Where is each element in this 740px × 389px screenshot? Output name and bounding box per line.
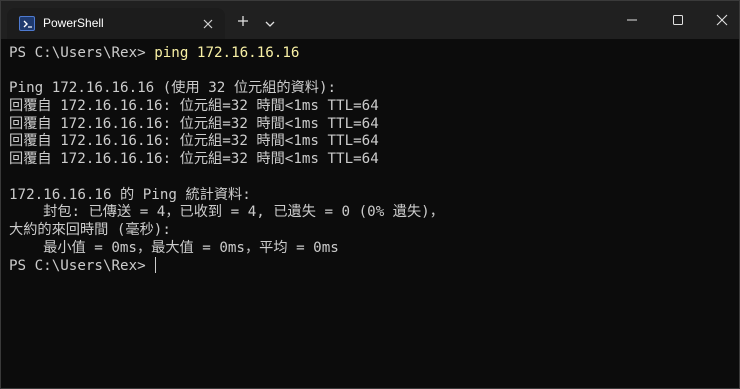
new-tab-icon[interactable] xyxy=(235,13,251,29)
stats-title: 172.16.16.16 的 Ping 統計資料: xyxy=(9,186,251,203)
prompt: PS C:\Users\Rex> xyxy=(9,258,155,275)
packets-stats: 封包: 已傳送 = 4，已收到 = 4, 已遺失 = 0 (0% 遺失)， xyxy=(9,204,444,221)
title-bar: PowerShell xyxy=(1,1,739,39)
reply-line: 回覆自 172.16.16.16: 位元組=32 時間<1ms TTL=64 xyxy=(9,133,379,150)
tab-title: PowerShell xyxy=(43,16,104,30)
ping-header: Ping 172.16.16.16 (使用 32 位元組的資料): xyxy=(9,80,337,97)
powershell-icon xyxy=(19,16,35,31)
reply-line: 回覆自 172.16.16.16: 位元組=32 時間<1ms TTL=64 xyxy=(9,115,379,132)
close-icon[interactable] xyxy=(699,1,739,39)
tab-powershell[interactable]: PowerShell xyxy=(7,8,225,39)
terminal-window: PowerShell PS C:\Users\Rex> ping 172.16.… xyxy=(0,0,740,389)
maximize-icon[interactable] xyxy=(655,1,701,39)
reply-line: 回覆自 172.16.16.16: 位元組=32 時間<1ms TTL=64 xyxy=(9,151,379,168)
rtt-title: 大約的來回時間 (毫秒): xyxy=(9,221,171,238)
command-line: PS C:\Users\Rex> xyxy=(9,257,739,275)
reply-line: 回覆自 172.16.16.16: 位元組=32 時間<1ms TTL=64 xyxy=(9,98,379,115)
terminal-output[interactable]: PS C:\Users\Rex> ping 172.16.16.16 Ping … xyxy=(1,39,739,388)
command-line: PS C:\Users\Rex> ping 172.16.16.16 xyxy=(9,45,739,63)
text-cursor xyxy=(155,257,157,274)
command-text: ping 172.16.16.16 xyxy=(154,45,300,61)
chevron-down-icon[interactable] xyxy=(263,15,277,27)
minimize-icon[interactable] xyxy=(609,1,655,39)
tab-close-icon[interactable] xyxy=(201,16,215,30)
prompt: PS C:\Users\Rex> xyxy=(9,45,155,61)
rtt-values: 最小值 = 0ms，最大值 = 0ms，平均 = 0ms xyxy=(9,239,339,256)
